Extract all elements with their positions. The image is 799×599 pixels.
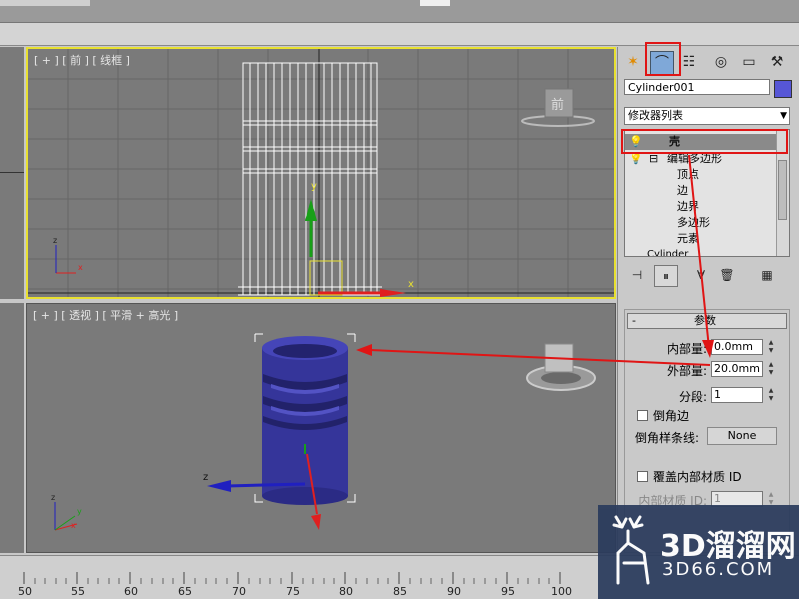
ruler-tick-label: 85 [393, 585, 407, 598]
ruler-tick-label: 60 [124, 585, 138, 598]
ruler-tick-label: 80 [339, 585, 353, 598]
ruler-tick-label: 50 [18, 585, 32, 598]
ruler-tick-label: 95 [501, 585, 515, 598]
watermark-subtitle: 3D66.COM [662, 559, 775, 580]
ruler-tick-label: 75 [286, 585, 300, 598]
ruler-tick-label: 55 [71, 585, 85, 598]
ruler-tick-label: 65 [178, 585, 192, 598]
ruler-tick-label: 90 [447, 585, 461, 598]
watermark: 3D溜溜网 3D66.COM [598, 505, 799, 599]
ruler-tick-label: 100 [551, 585, 572, 598]
deer-logo-icon [612, 515, 650, 585]
ruler-tick-label: 70 [232, 585, 246, 598]
